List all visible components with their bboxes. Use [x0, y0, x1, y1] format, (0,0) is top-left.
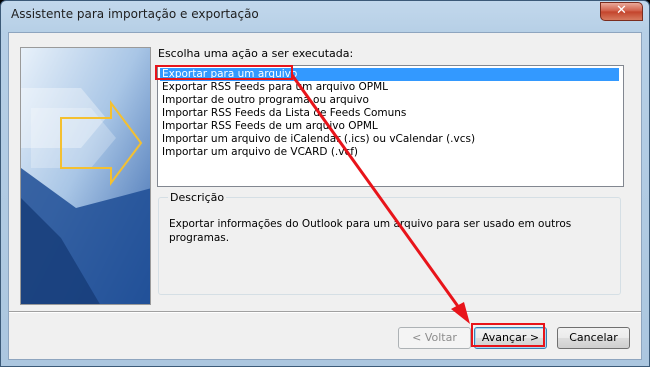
action-listbox[interactable]: Exportar para um arquivo Exportar RSS Fe…	[157, 65, 624, 187]
list-item-import-rss-opml[interactable]: Importar RSS Feeds de um arquivo OPML	[160, 120, 378, 133]
list-item-import-icalendar[interactable]: Importar um arquivo de iCalendar (.ics) …	[160, 133, 475, 146]
close-button[interactable]: ✕	[600, 2, 643, 21]
next-button[interactable]: Avançar >	[474, 327, 547, 349]
button-separator	[9, 311, 641, 313]
description-groupbox	[158, 197, 621, 295]
list-item-import-rss-common[interactable]: Importar RSS Feeds da Lista de Feeds Com…	[160, 107, 406, 120]
cancel-button[interactable]: Cancelar	[557, 327, 630, 349]
action-prompt: Escolha uma ação a ser executada:	[158, 47, 354, 60]
import-export-wizard-window: Assistente para importação e exportação …	[0, 0, 650, 367]
wizard-illustration	[20, 47, 151, 305]
description-label: Descrição	[168, 191, 227, 204]
wizard-client-area: Escolha uma ação a ser executada: Export…	[8, 32, 642, 360]
list-item-export-file[interactable]: Exportar para um arquivo	[160, 68, 619, 81]
back-button[interactable]: < Voltar	[398, 327, 471, 349]
description-text: Exportar informações do Outlook para um …	[169, 218, 572, 244]
close-icon: ✕	[616, 3, 627, 18]
window-title: Assistente para importação e exportação	[11, 7, 259, 21]
list-item-import-vcard[interactable]: Importar um arquivo de VCARD (.vcf)	[160, 146, 358, 159]
list-item-export-rss-opml[interactable]: Exportar RSS Feeds para um arquivo OPML	[160, 81, 388, 94]
list-item-import-program[interactable]: Importar de outro programa ou arquivo	[160, 94, 369, 107]
